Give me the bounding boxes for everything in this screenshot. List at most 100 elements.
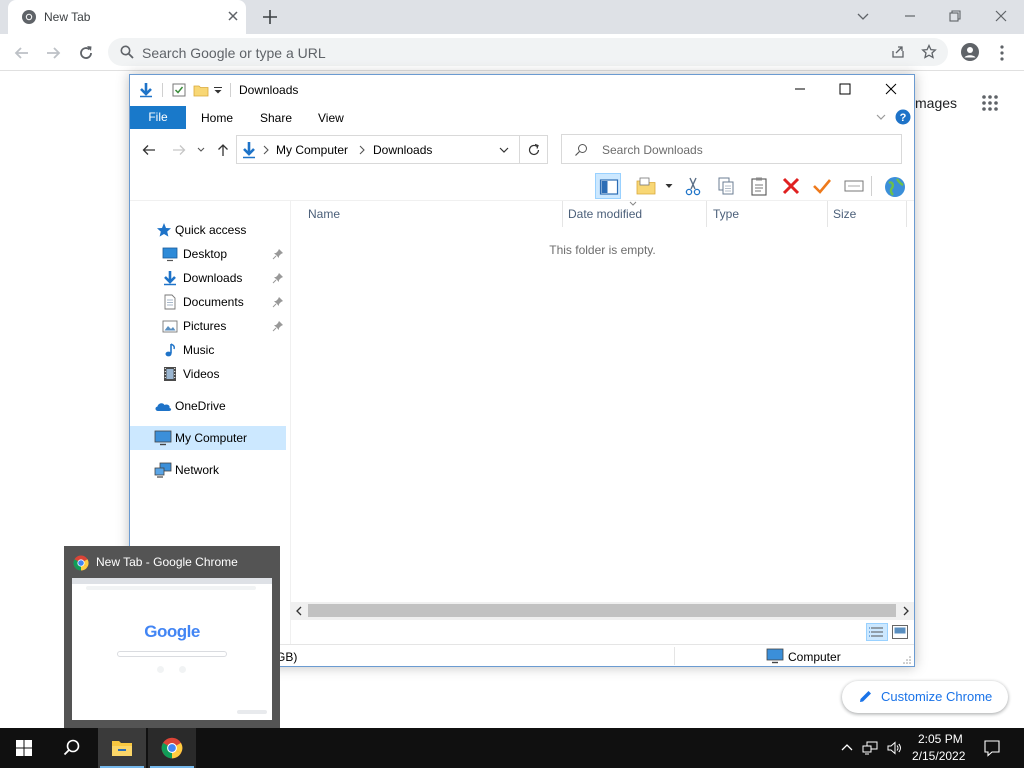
omnibox[interactable]: Search Google or type a URL bbox=[108, 38, 948, 66]
ribbon-tab-file[interactable]: File bbox=[130, 106, 186, 129]
ribbon-tab-share[interactable]: Share bbox=[260, 111, 292, 125]
folder-options-button[interactable] bbox=[633, 173, 659, 199]
restore-icon[interactable] bbox=[945, 6, 965, 26]
bookmark-star-icon[interactable] bbox=[921, 44, 937, 60]
breadcrumb-downloads[interactable]: Downloads bbox=[373, 143, 432, 157]
checkmark-icon bbox=[813, 179, 831, 194]
nav-up-icon[interactable] bbox=[215, 142, 231, 158]
resize-grip-icon[interactable] bbox=[902, 655, 912, 665]
nav-item-onedrive[interactable]: OneDrive bbox=[130, 394, 290, 418]
tab-title: New Tab bbox=[44, 10, 91, 24]
new-tab-plus-icon[interactable] bbox=[260, 7, 280, 27]
clipboard-icon bbox=[751, 177, 767, 196]
start-button[interactable] bbox=[0, 728, 48, 768]
nav-back-icon[interactable] bbox=[141, 142, 157, 158]
explorer-maximize-icon[interactable] bbox=[836, 80, 854, 98]
nav-item-music[interactable]: Music bbox=[130, 338, 290, 362]
horizontal-scrollbar[interactable] bbox=[291, 602, 914, 620]
cut-button[interactable] bbox=[680, 173, 706, 199]
minimize-icon[interactable] bbox=[900, 6, 920, 26]
nav-item-downloads[interactable]: Downloads bbox=[130, 266, 290, 290]
volume-icon[interactable] bbox=[886, 740, 902, 756]
nav-label: Music bbox=[183, 343, 215, 357]
properties-checkbox-icon[interactable] bbox=[171, 82, 187, 98]
reload-icon[interactable] bbox=[76, 43, 96, 63]
nav-item-network[interactable]: Network bbox=[130, 458, 290, 482]
ribbon-tab-home[interactable]: Home bbox=[201, 111, 233, 125]
large-icons-view-icon[interactable] bbox=[892, 625, 908, 639]
column-divider[interactable] bbox=[827, 201, 828, 227]
tab-search-chevron-icon[interactable] bbox=[853, 6, 873, 26]
nav-forward-icon[interactable] bbox=[171, 142, 187, 158]
scroll-right-arrow-icon[interactable] bbox=[902, 606, 910, 616]
nav-item-quick-access[interactable]: Quick access bbox=[130, 218, 290, 242]
rename-button[interactable] bbox=[841, 173, 867, 199]
column-header-name[interactable]: Name bbox=[308, 207, 340, 221]
column-header-date-modified[interactable]: Date modified bbox=[568, 207, 642, 221]
copy-button[interactable] bbox=[713, 173, 739, 199]
forward-arrow-icon[interactable] bbox=[43, 43, 63, 63]
preview-pane-button[interactable] bbox=[595, 173, 621, 199]
breadcrumb-chevron-icon[interactable] bbox=[262, 144, 270, 156]
ribbon-tab-view[interactable]: View bbox=[318, 111, 344, 125]
paste-button[interactable] bbox=[746, 173, 772, 199]
search-downloads-input[interactable]: Search Downloads bbox=[561, 134, 902, 164]
profile-avatar-icon[interactable] bbox=[960, 42, 980, 62]
nav-item-pictures[interactable]: Pictures bbox=[130, 314, 290, 338]
address-dropdown-chevron-icon[interactable] bbox=[498, 145, 510, 155]
nav-item-desktop[interactable]: Desktop bbox=[130, 242, 290, 266]
taskbar-search-button[interactable] bbox=[48, 728, 96, 768]
details-view-icon[interactable] bbox=[866, 623, 888, 641]
column-header-type[interactable]: Type bbox=[713, 207, 739, 221]
nav-label: Quick access bbox=[175, 223, 247, 237]
help-icon[interactable]: ? bbox=[895, 109, 911, 125]
back-arrow-icon[interactable] bbox=[12, 43, 32, 63]
network-globe-button[interactable] bbox=[881, 173, 907, 199]
explorer-minimize-icon[interactable] bbox=[791, 80, 809, 98]
tab-new-tab[interactable]: New Tab bbox=[8, 0, 246, 34]
customize-chrome-button[interactable]: Customize Chrome bbox=[842, 681, 1008, 713]
share-icon[interactable] bbox=[890, 44, 906, 60]
network-tray-icon[interactable] bbox=[862, 740, 878, 756]
taskbar-chrome[interactable] bbox=[148, 728, 196, 768]
folder-options-dropdown-icon[interactable] bbox=[664, 181, 674, 191]
show-hidden-icons-chevron-icon[interactable] bbox=[839, 740, 855, 756]
pin-icon[interactable] bbox=[272, 296, 284, 308]
column-divider[interactable] bbox=[906, 201, 907, 227]
cloud-icon bbox=[155, 403, 172, 411]
chrome-menu-icon[interactable] bbox=[992, 43, 1012, 63]
scroll-left-arrow-icon[interactable] bbox=[295, 606, 303, 616]
close-tab-icon[interactable] bbox=[226, 9, 240, 23]
refresh-button[interactable] bbox=[519, 135, 548, 164]
thumb-customize bbox=[237, 710, 267, 714]
pin-icon[interactable] bbox=[272, 248, 284, 260]
clock-date[interactable]: 2/15/2022 bbox=[912, 749, 965, 763]
close-window-icon[interactable] bbox=[991, 6, 1011, 26]
scrollbar-thumb[interactable] bbox=[308, 604, 896, 617]
new-folder-icon[interactable] bbox=[193, 82, 209, 98]
nav-item-my-computer[interactable]: My Computer bbox=[130, 426, 286, 450]
column-divider[interactable] bbox=[562, 201, 563, 227]
ribbon-expand-chevron-icon[interactable] bbox=[875, 112, 887, 122]
nav-label: My Computer bbox=[175, 431, 248, 445]
column-divider[interactable] bbox=[706, 201, 707, 227]
pin-icon[interactable] bbox=[272, 272, 284, 284]
apps-grid-icon[interactable] bbox=[981, 94, 999, 112]
ntp-images-link[interactable]: mages bbox=[915, 95, 957, 111]
recent-locations-chevron-icon[interactable] bbox=[196, 142, 206, 158]
address-bar[interactable]: My Computer Downloads bbox=[236, 135, 548, 164]
column-header-size[interactable]: Size bbox=[833, 207, 856, 221]
pin-icon[interactable] bbox=[272, 320, 284, 332]
action-center-icon[interactable] bbox=[983, 739, 1001, 757]
breadcrumb-my-computer[interactable]: My Computer bbox=[276, 143, 348, 157]
taskbar-file-explorer[interactable] bbox=[98, 728, 146, 768]
taskbar-thumbnail-preview[interactable]: New Tab - Google Chrome Google bbox=[64, 546, 280, 728]
nav-item-documents[interactable]: Documents bbox=[130, 290, 290, 314]
qa-customize-dropdown-icon[interactable] bbox=[212, 82, 224, 98]
nav-item-videos[interactable]: Videos bbox=[130, 362, 290, 386]
explorer-close-icon[interactable] bbox=[882, 80, 900, 98]
delete-button[interactable] bbox=[778, 173, 804, 199]
select-button[interactable] bbox=[809, 173, 835, 199]
breadcrumb-chevron-icon[interactable] bbox=[358, 144, 366, 156]
clock-time[interactable]: 2:05 PM bbox=[918, 732, 963, 746]
